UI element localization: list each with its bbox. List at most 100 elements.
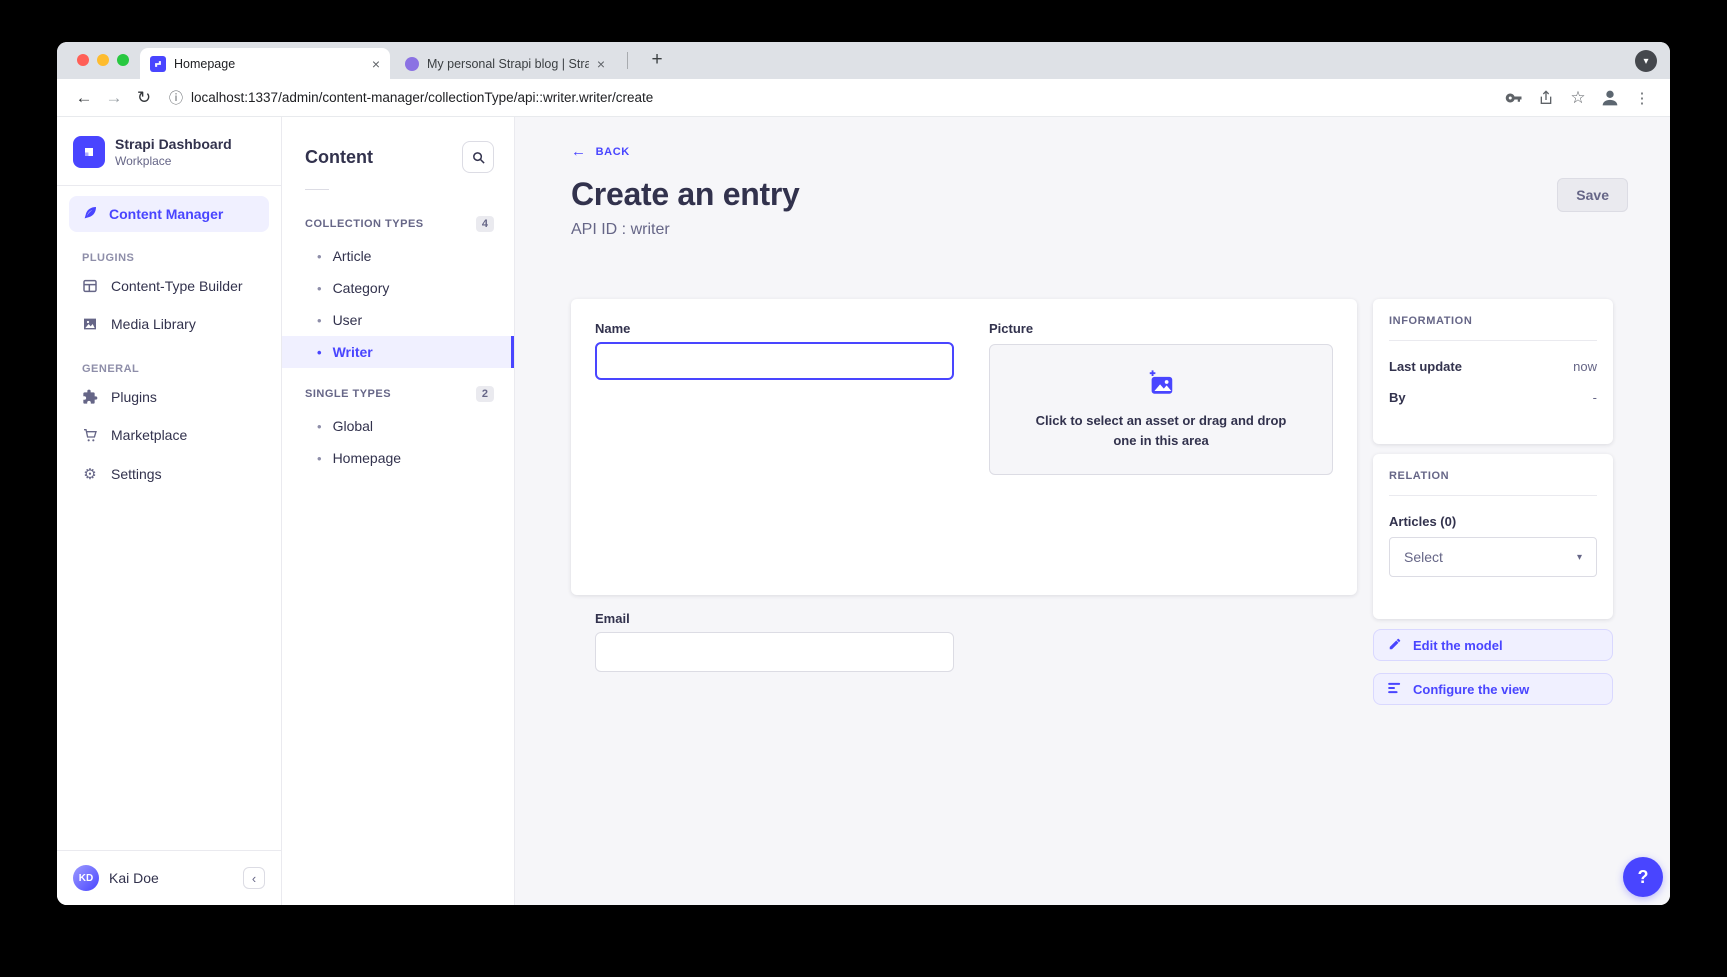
- nav-item-label: Category: [333, 280, 390, 296]
- sidebar-item-plugins[interactable]: Plugins: [57, 378, 281, 416]
- email-input[interactable]: [595, 632, 954, 672]
- divider: [1389, 340, 1597, 341]
- last-update-label: Last update: [1389, 359, 1462, 374]
- app-subtitle: Workplace: [115, 154, 232, 168]
- sidebar-item-label: Settings: [111, 466, 162, 482]
- settings-gear-icon: ⚙: [82, 465, 98, 483]
- information-header: INFORMATION: [1389, 315, 1597, 327]
- back-label: BACK: [596, 146, 630, 158]
- relation-header: RELATION: [1389, 470, 1597, 482]
- new-tab-button[interactable]: +: [643, 46, 671, 74]
- nav-item-global[interactable]: • Global: [282, 410, 514, 442]
- nav-item-label: Writer: [333, 344, 373, 360]
- information-card: INFORMATION Last update now By -: [1373, 299, 1613, 444]
- zoom-window-button[interactable]: [117, 54, 129, 66]
- configure-view-label: Configure the view: [1413, 682, 1529, 697]
- back-link[interactable]: ← BACK: [571, 143, 630, 160]
- share-icon[interactable]: [1532, 85, 1560, 111]
- tab-strip: Homepage × My personal Strapi blog | Str…: [57, 42, 1670, 79]
- by-label: By: [1389, 390, 1406, 405]
- collection-types-count: 4: [476, 216, 494, 232]
- traffic-lights: [77, 54, 129, 66]
- workspace-brand[interactable]: Strapi Dashboard Workplace: [57, 117, 281, 185]
- main-sidebar: Strapi Dashboard Workplace Content Manag…: [57, 117, 282, 905]
- divider: [1389, 495, 1597, 496]
- url-bar: ← → ↻ ⓘ localhost:1337/admin/content-man…: [57, 79, 1670, 117]
- divider: [57, 185, 281, 186]
- sidebar-item-marketplace[interactable]: Marketplace: [57, 416, 281, 454]
- user-name: Kai Doe: [109, 870, 233, 886]
- nav-item-article[interactable]: • Article: [282, 240, 514, 272]
- address-url[interactable]: localhost:1337/admin/content-manager/col…: [191, 90, 1496, 105]
- tab-strapi-blog[interactable]: My personal Strapi blog | Strap ×: [395, 48, 615, 79]
- minimize-window-button[interactable]: [97, 54, 109, 66]
- close-window-button[interactable]: [77, 54, 89, 66]
- configure-view-button[interactable]: Configure the view: [1373, 673, 1613, 705]
- content-type-builder-icon: [82, 278, 98, 294]
- password-key-icon[interactable]: [1500, 85, 1528, 111]
- nav-item-label: Article: [333, 248, 372, 264]
- browser-forward-icon[interactable]: →: [101, 85, 127, 111]
- name-field-label: Name: [595, 321, 954, 336]
- browser-reload-icon[interactable]: ↻: [131, 85, 157, 111]
- browser-window: Homepage × My personal Strapi blog | Str…: [57, 42, 1670, 905]
- sidebar-item-label: Content-Type Builder: [111, 278, 243, 294]
- bullet-icon: •: [317, 249, 322, 264]
- site-info-icon[interactable]: ⓘ: [169, 88, 183, 108]
- edit-model-button[interactable]: Edit the model: [1373, 629, 1613, 661]
- edit-model-label: Edit the model: [1413, 638, 1503, 653]
- sidebar-item-media-library[interactable]: Media Library: [57, 305, 281, 343]
- user-avatar[interactable]: KD: [73, 865, 99, 891]
- articles-select[interactable]: Select ▾: [1389, 537, 1597, 577]
- browser-back-icon[interactable]: ←: [71, 85, 97, 111]
- content-nav-title: Content: [305, 147, 373, 168]
- sidebar-item-label: Content Manager: [109, 206, 223, 222]
- tab-homepage[interactable]: Homepage ×: [140, 48, 390, 79]
- single-types-count: 2: [476, 386, 494, 402]
- marketplace-cart-icon: [82, 427, 98, 443]
- bullet-icon: •: [317, 345, 322, 360]
- browser-profile-icon[interactable]: [1596, 85, 1624, 111]
- main-content: ← BACK Create an entry Save API ID : wri…: [515, 117, 1670, 905]
- strapi-app: Strapi Dashboard Workplace Content Manag…: [57, 117, 1670, 905]
- pencil-icon: [1388, 637, 1402, 654]
- collapse-sidebar-button[interactable]: ‹: [243, 867, 265, 889]
- media-library-icon: [82, 316, 98, 332]
- sidebar-item-settings[interactable]: ⚙ Settings: [57, 454, 281, 494]
- close-tab-icon[interactable]: ×: [597, 57, 605, 71]
- articles-relation-label: Articles (0): [1389, 514, 1597, 529]
- picture-hint-text: Click to select an asset or drag and dro…: [1024, 411, 1298, 450]
- bullet-icon: •: [317, 419, 322, 434]
- help-button[interactable]: ?: [1623, 857, 1663, 897]
- email-field-label: Email: [595, 611, 954, 626]
- name-input[interactable]: [595, 342, 954, 380]
- sidebar-item-label: Media Library: [111, 316, 196, 332]
- tab-title: Homepage: [174, 57, 364, 71]
- sidebar-item-content-type-builder[interactable]: Content-Type Builder: [57, 267, 281, 305]
- nav-item-category[interactable]: • Category: [282, 272, 514, 304]
- search-button[interactable]: [462, 141, 494, 173]
- nav-item-user[interactable]: • User: [282, 304, 514, 336]
- content-nav-panel: Content COLLECTION TYPES 4 • Article • C…: [282, 117, 515, 905]
- configure-lines-icon: [1388, 682, 1402, 697]
- nav-item-label: Global: [333, 418, 373, 434]
- last-update-value: now: [1573, 359, 1597, 374]
- tab-search-button[interactable]: ▾: [1635, 50, 1657, 72]
- save-button[interactable]: Save: [1557, 178, 1628, 212]
- nav-item-writer[interactable]: • Writer: [282, 336, 514, 368]
- content-manager-icon: [82, 205, 98, 224]
- plugins-icon: [82, 389, 98, 405]
- bookmark-star-icon[interactable]: ☆: [1564, 85, 1592, 111]
- nav-item-homepage[interactable]: • Homepage: [282, 442, 514, 474]
- relation-card: RELATION Articles (0) Select ▾: [1373, 454, 1613, 619]
- user-row: KD Kai Doe ‹: [57, 850, 281, 905]
- sidebar-item-content-manager[interactable]: Content Manager: [69, 196, 269, 232]
- api-id-subtitle: API ID : writer: [571, 221, 1670, 239]
- browser-menu-icon[interactable]: ⋮: [1628, 85, 1656, 111]
- sidebar-item-label: Plugins: [111, 389, 157, 405]
- by-value: -: [1593, 390, 1597, 405]
- picture-upload-dropzone[interactable]: Click to select an asset or drag and dro…: [989, 344, 1333, 475]
- app-title: Strapi Dashboard: [115, 136, 232, 152]
- close-tab-icon[interactable]: ×: [372, 57, 380, 71]
- page-title: Create an entry: [571, 176, 800, 213]
